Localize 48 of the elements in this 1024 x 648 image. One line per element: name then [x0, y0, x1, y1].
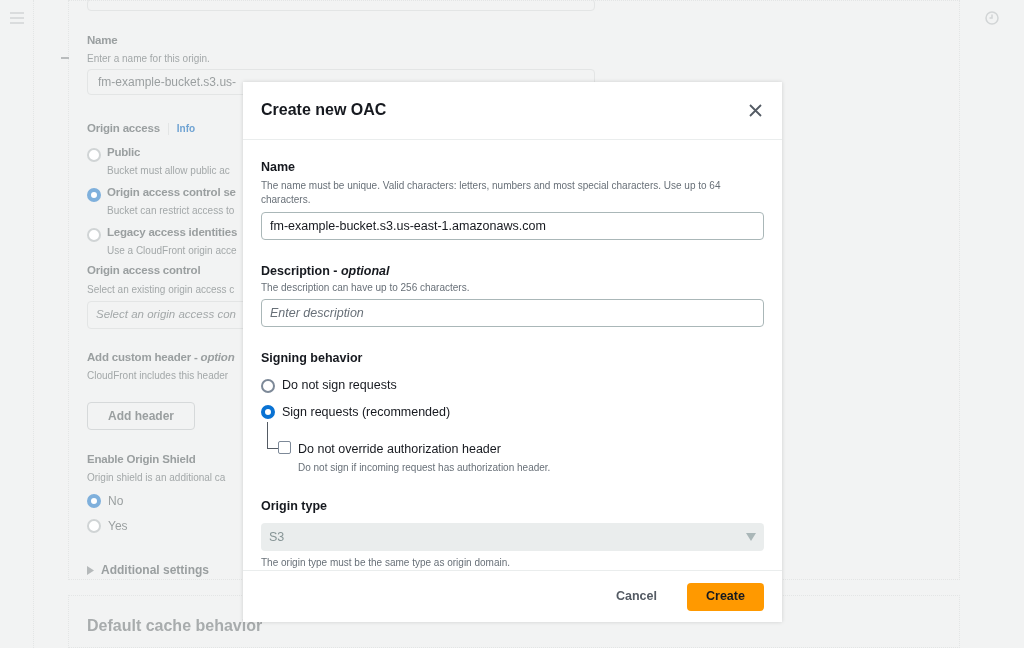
radio-label: Public: [107, 144, 141, 160]
radio-button[interactable]: [87, 187, 101, 202]
field-label: Enable Origin Shield: [87, 451, 196, 467]
expand-toggle[interactable]: Additional settings: [87, 561, 209, 579]
checkbox-hint: Do not sign if incoming request has authorization header.: [298, 461, 551, 476]
radio-label: Legacy access identities: [107, 225, 238, 240]
field-hint: Origin shield is an additional ca: [87, 471, 226, 485]
field-hint: The description can have up to 256 characters.: [261, 281, 471, 296]
cancel-button[interactable]: Cancel: [612, 582, 661, 611]
field-label: Description - optional: [261, 262, 391, 280]
description-field[interactable]: Enter description: [261, 299, 764, 328]
field-label: Add custom header - option: [87, 349, 235, 365]
dash-icon: [61, 57, 69, 59]
field-label: Origin access control: [87, 263, 201, 279]
dropdown-caret-icon: [746, 533, 756, 542]
radio-hint: Bucket can restrict access to: [107, 204, 235, 218]
field-hint: CloudFront includes this header: [87, 368, 229, 383]
add-header-button[interactable]: Add header: [87, 401, 195, 430]
radio-label: Sign requests (recommended): [282, 403, 451, 421]
checkbox[interactable]: [278, 440, 291, 454]
info-link[interactable]: Info: [176, 121, 196, 137]
field-label: Name: [87, 33, 118, 48]
field-label: Origin type: [261, 498, 328, 516]
radio-label: No: [108, 493, 124, 510]
section-title: Default cache behavior: [87, 616, 263, 636]
field-hint: Select an existing origin access c: [87, 282, 235, 297]
create-button[interactable]: Create: [687, 582, 764, 611]
radio-hint: Bucket must allow public ac: [107, 163, 230, 178]
field-label: Origin access: [87, 121, 160, 137]
clock-icon[interactable]: [985, 11, 999, 25]
radio-button[interactable]: [261, 378, 275, 393]
radio-label: Origin access control se: [107, 184, 236, 200]
radio-button[interactable]: [87, 494, 101, 508]
field-hint: The origin type must be the same type as origin domain.: [261, 556, 512, 571]
field-label: Name: [261, 158, 297, 176]
field-hint: The name must be unique. Valid characters: letters, numbers and most special characters. Use up to 64 characters.: [261, 178, 722, 207]
name-field[interactable]: fm-example-bucket.s3.us-east-1.amazonaws.com: [261, 211, 764, 240]
caret-icon: [87, 565, 94, 575]
field-label: Signing behavior: [261, 350, 364, 368]
field-hint: Enter a name for this origin.: [87, 52, 210, 67]
close-icon: [748, 103, 762, 117]
checkbox-label: Do not override authorization header: [298, 440, 502, 458]
menu-icon[interactable]: [9, 12, 24, 24]
radio-label: Yes: [108, 518, 128, 535]
radio-hint: Use a CloudFront origin acce: [107, 244, 237, 259]
dialog-title: Create new OAC: [261, 100, 387, 121]
radio-button[interactable]: [261, 405, 275, 420]
radio-label: Do not sign requests: [282, 377, 397, 395]
